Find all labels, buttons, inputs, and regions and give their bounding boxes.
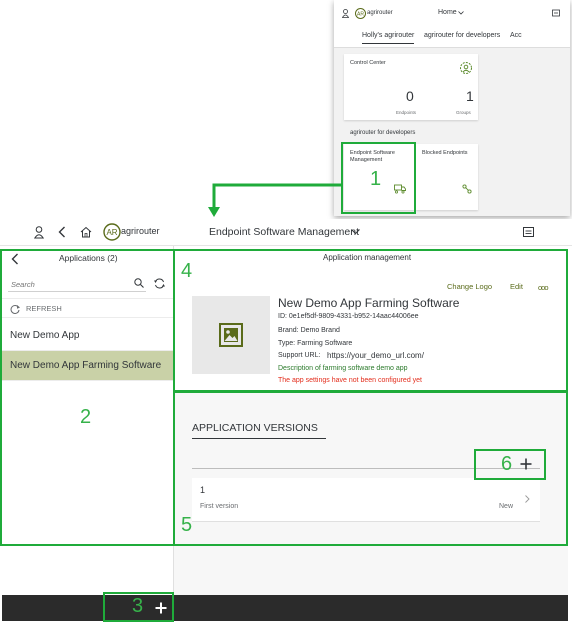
inset-home-menu[interactable]: Home	[438, 9, 457, 16]
refresh-icon	[10, 305, 20, 314]
link-broken-icon	[462, 184, 472, 194]
callout-number-5: 5	[181, 514, 193, 536]
inset-tabs: Holly's agrirouter agrirouter for develo…	[334, 26, 570, 48]
more-options-icon[interactable]: ooo	[538, 283, 548, 292]
svg-text:AR: AR	[357, 12, 364, 18]
blocked-endpoints-title: Blocked Endpoints	[422, 150, 468, 156]
endpoints-count: 0	[406, 88, 414, 104]
version-status: New	[499, 503, 514, 510]
list-item[interactable]: New Demo App	[2, 321, 173, 351]
list-item-label: New Demo App	[10, 330, 80, 341]
inset-tab-account[interactable]: Acc	[510, 32, 522, 39]
developers-section-title: agrirouter for developers	[350, 130, 416, 136]
version-description: First version	[200, 503, 239, 510]
search-icon[interactable]	[134, 278, 144, 288]
list-item-label: New Demo App Farming Software	[10, 360, 162, 371]
chevron-down-icon	[458, 11, 464, 15]
chevron-down-icon[interactable]	[351, 229, 360, 235]
endpoints-label: Endpoints	[396, 110, 417, 115]
callout-number-2: 2	[80, 406, 92, 428]
connector-arrow	[208, 183, 342, 217]
callout-number-1: 1	[370, 168, 382, 190]
user-icon[interactable]	[342, 9, 349, 18]
application-detail-panel: Application management Change Logo Edit …	[174, 246, 568, 595]
search-input[interactable]	[8, 276, 126, 293]
app-brand: Brand: Demo Brand	[278, 327, 340, 334]
app-id: ID: 0e1ef5df-9809-4331-b952-14aac44006ee	[278, 313, 419, 320]
edit-link[interactable]: Edit	[510, 282, 523, 291]
inset-header: AR agrirouter Home	[334, 0, 570, 26]
versions-toolbar-divider	[192, 468, 540, 469]
agrirouter-logo-icon: AR	[103, 223, 121, 241]
gear-user-icon	[460, 62, 472, 74]
groups-label: Groups	[456, 110, 471, 115]
versions-title-underline	[192, 438, 326, 439]
support-url-label: Support URL:	[278, 352, 321, 359]
bottom-toolbar	[2, 595, 568, 621]
sync-icon[interactable]	[154, 278, 165, 289]
svg-text:AR: AR	[106, 228, 117, 237]
versions-title: APPLICATION VERSIONS	[192, 422, 318, 434]
image-icon	[219, 323, 243, 347]
back-arrow-icon[interactable]	[11, 253, 19, 265]
esm-title-line2: Management	[350, 157, 383, 163]
home-icon[interactable]	[80, 226, 92, 238]
callout-number-4: 4	[181, 260, 193, 282]
inset-tab-hollys-agrirouter[interactable]: Holly's agrirouter	[362, 32, 415, 44]
control-center-tile[interactable]: Control Center 0 Endpoints 1 Groups	[344, 54, 478, 120]
search-field[interactable]	[8, 274, 146, 293]
truck-icon	[394, 184, 406, 194]
refresh-button[interactable]: REFRESH	[2, 298, 173, 318]
panel-title: Application management	[323, 253, 412, 262]
inset-tab-developers[interactable]: agrirouter for developers	[424, 32, 500, 39]
app-logo-placeholder	[192, 296, 270, 374]
list-item-selected[interactable]: New Demo App Farming Software	[2, 351, 173, 381]
user-icon[interactable]	[34, 226, 44, 239]
page-title[interactable]: Endpoint Software Management	[209, 226, 359, 238]
back-arrow-icon[interactable]	[58, 226, 66, 238]
change-logo-link[interactable]: Change Logo	[447, 282, 492, 291]
inset-logo-icon: AR	[355, 8, 366, 19]
refresh-label: REFRESH	[26, 304, 62, 313]
sidebar-title: Applications (2)	[59, 253, 118, 263]
logo-text: agrirouter	[121, 226, 160, 236]
version-number: 1	[200, 485, 206, 495]
config-warning: The app settings have not been configure…	[278, 377, 422, 384]
application-header-section: Application management Change Logo Edit …	[174, 246, 568, 391]
chevron-right-icon	[525, 495, 530, 503]
notifications-icon[interactable]	[523, 227, 534, 237]
callout-number-6: 6	[501, 453, 513, 475]
notification-icon[interactable]	[552, 9, 560, 17]
table-row[interactable]: 1 First version New	[192, 478, 540, 522]
app-type: Type: Farming Software	[278, 340, 353, 347]
groups-count: 1	[466, 88, 474, 104]
inset-logo-text: agrirouter	[367, 10, 393, 16]
callout-number-3: 3	[132, 595, 144, 617]
app-name: New Demo App Farming Software	[278, 296, 460, 310]
blocked-endpoints-tile[interactable]: Blocked Endpoints	[416, 144, 478, 210]
esm-title-line1: Endpoint Software	[350, 150, 395, 156]
app-description: Description of farming software demo app	[278, 365, 408, 372]
control-center-title: Control Center	[350, 60, 386, 66]
top-bar: AR agrirouter Endpoint Software Manageme…	[0, 219, 572, 246]
add-application-icon[interactable]	[155, 602, 167, 614]
support-url[interactable]: https://your_demo_url.com/	[327, 351, 424, 360]
add-version-icon[interactable]	[520, 458, 532, 470]
